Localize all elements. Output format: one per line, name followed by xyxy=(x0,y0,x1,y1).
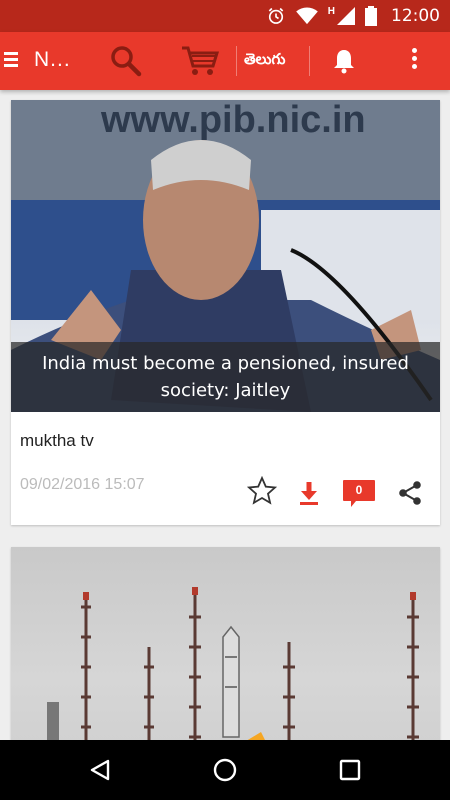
language-toggle-button[interactable]: తెలుగు xyxy=(244,50,285,72)
home-icon[interactable] xyxy=(213,758,237,782)
alarm-icon xyxy=(268,7,284,24)
menu-icon xyxy=(4,52,18,55)
app-bar-divider xyxy=(309,46,310,76)
comment-count: 0 xyxy=(355,483,363,497)
network-type-label: H xyxy=(327,5,335,17)
article-timestamp: 09/02/2016 15:07 xyxy=(20,476,145,493)
article-photo[interactable] xyxy=(11,547,440,767)
download-icon[interactable] xyxy=(299,480,319,506)
article-headline[interactable]: India must become a pensioned, insured s… xyxy=(11,342,440,412)
article-photo-image xyxy=(47,587,419,767)
comment-button[interactable]: 0 xyxy=(342,479,376,509)
battery-icon xyxy=(365,6,377,26)
app-title: N... xyxy=(34,48,71,71)
news-card[interactable] xyxy=(11,547,440,767)
article-photo[interactable]: www.pib.nic.in India must become a pensi… xyxy=(11,100,440,412)
share-icon[interactable] xyxy=(397,480,423,506)
status-icons: H 12:00 xyxy=(266,0,440,32)
system-nav-bar xyxy=(0,740,450,800)
bell-icon[interactable] xyxy=(332,48,356,74)
recent-apps-icon[interactable] xyxy=(339,759,361,781)
signal-icon xyxy=(337,7,355,25)
photo-watermark-text: www.pib.nic.in xyxy=(100,100,366,141)
star-icon[interactable] xyxy=(247,476,277,506)
app-bar-divider xyxy=(236,46,237,76)
status-bar: H 12:00 xyxy=(0,0,450,32)
news-card[interactable]: www.pib.nic.in India must become a pensi… xyxy=(11,100,440,525)
article-source: muktha tv xyxy=(20,431,94,450)
more-vert-icon[interactable] xyxy=(408,48,420,74)
app-bar: N... తెలుగు xyxy=(0,32,450,90)
wifi-icon xyxy=(295,7,318,25)
search-icon[interactable] xyxy=(108,43,144,79)
back-icon[interactable] xyxy=(88,758,112,782)
clock: 12:00 xyxy=(391,6,440,26)
cart-icon[interactable] xyxy=(180,44,220,78)
menu-button[interactable] xyxy=(4,49,22,73)
